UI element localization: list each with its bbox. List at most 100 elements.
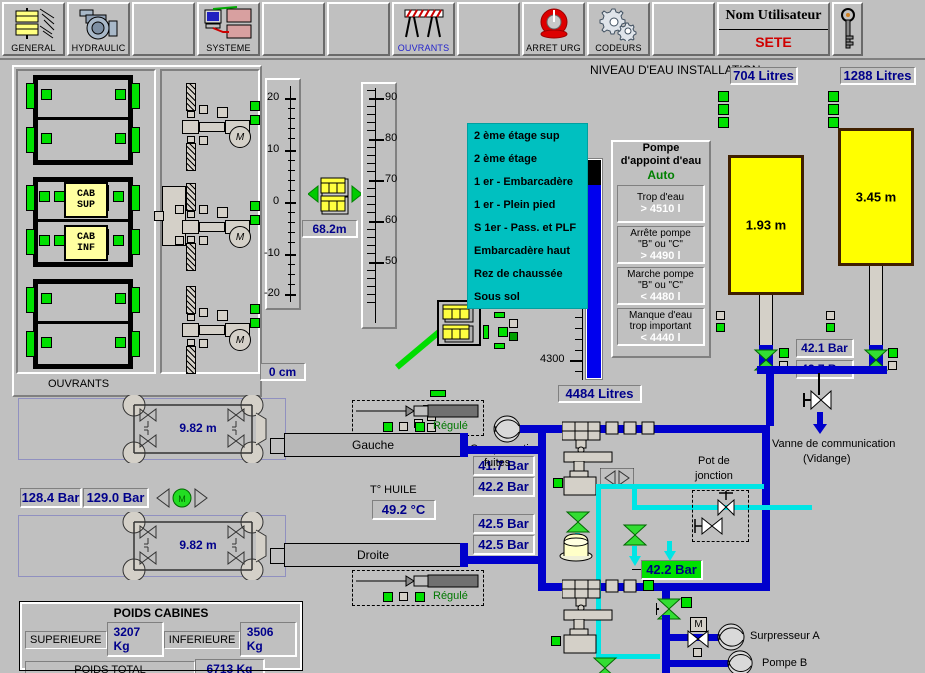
menu-item-4[interactable]: S 1er - Pass. et PLF xyxy=(468,216,587,239)
track-led-5 xyxy=(430,390,446,397)
junction-pressure: 42.2 Bar xyxy=(641,560,703,580)
regule-droite-label: Régulé xyxy=(433,590,468,602)
cabin-superior[interactable]: CAB SUP xyxy=(64,182,108,218)
threshold-marche-pompe-line2: "B" ou "C" xyxy=(638,279,683,291)
tank-left-sq-2 xyxy=(716,323,725,332)
pot-label-line1: Pot de xyxy=(698,455,730,467)
menu-item-1[interactable]: 2 ème étage xyxy=(468,147,587,170)
track-led-4 xyxy=(498,327,508,337)
weight-sup-label: SUPERIEURE xyxy=(25,630,107,649)
scada-screen: GENERAL HYDRAULIC SYSTEME OUVRANTS ARRET… xyxy=(0,0,925,673)
weight-total-value: 6713 Kg xyxy=(195,659,265,673)
pressure-gauche-2: 42.2 Bar xyxy=(473,477,535,497)
pump-direction-control[interactable]: M xyxy=(155,487,209,514)
menu-item-5[interactable]: Embarcadère haut xyxy=(468,239,587,262)
tank-header-pipe xyxy=(757,366,887,374)
car-bottom[interactable] xyxy=(23,279,143,369)
user-value: SETE xyxy=(755,33,792,50)
car-top[interactable] xyxy=(23,75,143,165)
ouvrants-caption: OUVRANTS xyxy=(47,378,110,390)
ruler-m: 90 80 70 60 50 xyxy=(361,82,397,329)
cabin-inferior[interactable]: CAB INF xyxy=(64,225,108,261)
motor-letter-2: M xyxy=(235,231,245,243)
valve-cyan-3[interactable] xyxy=(592,656,618,673)
pump-motor-icon xyxy=(69,4,128,43)
pump-a-motor-letter: M xyxy=(694,619,703,630)
manifold-direction-icon[interactable] xyxy=(599,467,635,493)
pump-b-icon[interactable] xyxy=(726,649,754,673)
tank-left-led-1 xyxy=(718,91,729,102)
regule-droite-box: Régulé xyxy=(352,570,484,606)
menu-item-0[interactable]: 2 ème étage sup xyxy=(468,124,587,147)
weights-panel: POIDS CABINES SUPERIEURE 3207 Kg INFERIE… xyxy=(19,601,303,673)
menu-item-6[interactable]: Rez de chaussée xyxy=(468,262,587,285)
pressure-left-1: 128.4 Bar xyxy=(20,488,82,508)
weights-title: POIDS CABINES xyxy=(113,606,209,620)
threshold-trop-eau-value: > 4510 l xyxy=(640,203,681,215)
toolbar-button-ouvrants[interactable]: OUVRANTS xyxy=(392,2,455,56)
toolbar-button-arret-urg[interactable]: ARRET URG xyxy=(522,2,585,56)
user-label: Nom Utilisateur xyxy=(719,4,828,30)
threshold-manque-eau-line1: Manque d'eau xyxy=(628,309,693,321)
manifold-bottom-body[interactable] xyxy=(562,618,606,660)
loop-riser xyxy=(766,366,774,426)
track-led-1 xyxy=(483,325,489,339)
valve-cyan-2-arrow xyxy=(628,546,642,571)
track-led-3 xyxy=(494,343,505,349)
droite-connector xyxy=(270,548,285,564)
gauche-pipe xyxy=(460,433,468,457)
regule-gauche-box: Régulé xyxy=(352,400,484,436)
toolbar-button-systeme[interactable]: SYSTEME xyxy=(197,2,260,56)
pressure-droite-2: 42.5 Bar xyxy=(473,535,535,555)
cabin-position-readout: 68.2m xyxy=(302,220,358,238)
toolbar-label-systeme: SYSTEME xyxy=(206,43,251,53)
cabin-superior-line2: SUP xyxy=(76,200,95,211)
tank-left-sq-1 xyxy=(716,311,725,320)
vanne-label-line1: Vanne de communication xyxy=(772,438,896,450)
tank-right-led-2 xyxy=(828,104,839,115)
oil-temp-value: 49.2 °C xyxy=(372,500,436,520)
toolbar-button-codeurs[interactable]: CODEURS xyxy=(587,2,650,56)
ouvrants-panel: CAB SUP CAB INF M M M OUVRANTS xyxy=(12,65,262,397)
toolbar-button-empty-2[interactable] xyxy=(262,2,325,56)
toolbar-button-general[interactable]: GENERAL xyxy=(2,2,65,56)
computer-rack-icon xyxy=(199,4,258,43)
threshold-manque-eau: Manque d'eau trop important < 4440 l xyxy=(617,308,705,346)
threshold-marche-pompe-line1: Marche pompe xyxy=(627,268,694,280)
pot-label-line2: jonction xyxy=(695,470,733,482)
menu-item-3[interactable]: 1 er - Plein pied xyxy=(468,193,587,216)
ruler-cm: 20 10 0 -10 -20 xyxy=(264,78,301,310)
tank-right[interactable]: 3.45 m xyxy=(838,128,914,266)
cabin-inferior-line2: INF xyxy=(76,243,95,254)
toolbar-button-empty-4[interactable] xyxy=(457,2,520,56)
tank-right-sq-1 xyxy=(826,311,835,320)
tank-left-led-2 xyxy=(718,104,729,115)
toolbar-button-key[interactable] xyxy=(832,2,863,56)
toolbar-button-empty-1[interactable] xyxy=(132,2,195,56)
track-sq-1 xyxy=(509,319,518,328)
toolbar-button-empty-5[interactable] xyxy=(652,2,715,56)
droite-bar: Droite xyxy=(284,543,462,567)
droite-pipe xyxy=(460,543,468,567)
threshold-arrete-pompe-value: > 4490 l xyxy=(640,249,681,262)
pot-de-jonction-box[interactable] xyxy=(692,490,749,542)
gauche-connector xyxy=(270,438,285,454)
toolbar-button-empty-3[interactable] xyxy=(327,2,390,56)
menu-item-2[interactable]: 1 er - Embarcadère xyxy=(468,170,587,193)
toolbar-button-hydraulic[interactable]: HYDRAULIC xyxy=(67,2,130,56)
menu-item-7[interactable]: Sous sol xyxy=(468,285,587,308)
motor-letter-3: M xyxy=(235,334,245,346)
car-middle[interactable]: CAB SUP CAB INF xyxy=(23,177,143,267)
emergency-stop-icon xyxy=(524,4,583,43)
barrier-icon xyxy=(394,4,453,43)
track-sq-2 xyxy=(509,332,518,341)
floor-selection-menu[interactable]: 2 ème étage sup 2 ème étage 1 er - Embar… xyxy=(467,123,588,309)
ruler-m-label-60: 60 xyxy=(385,214,398,226)
mimic-canvas: NIVEAU D'EAU INSTALLATION CAB SUP CAB IN… xyxy=(0,60,925,673)
gauche-bar: Gauche xyxy=(284,433,462,457)
tank-right-valve-sq xyxy=(888,361,897,370)
tank-left[interactable]: 1.93 m xyxy=(728,155,804,295)
ouvrants-doors-area: CAB SUP CAB INF xyxy=(16,69,156,374)
accumulator-icon xyxy=(558,530,594,567)
weight-inf-value: 3506 Kg xyxy=(239,622,297,657)
